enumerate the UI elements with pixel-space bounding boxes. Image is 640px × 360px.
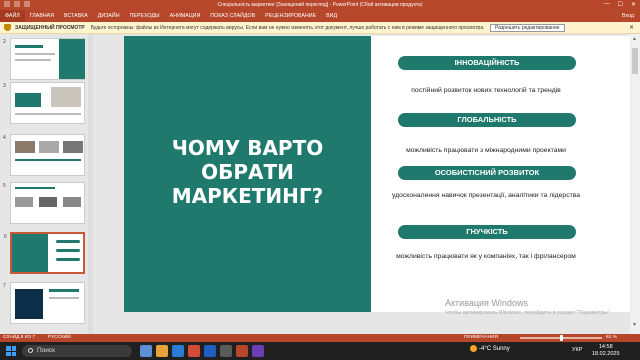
- tab-view[interactable]: ВИД: [321, 10, 342, 22]
- app-icon[interactable]: [252, 345, 264, 357]
- keyboard-language[interactable]: УКР: [572, 347, 582, 353]
- slide-thumbnail[interactable]: 3: [3, 82, 85, 124]
- protected-view-bar: ЗАЩИЩЕННЫЙ ПРОСМОТР Будьте осторожны: фа…: [0, 22, 640, 34]
- slide-counter: СЛАЙД 6 ИЗ 7: [3, 335, 36, 340]
- slide-number: 7: [3, 283, 6, 289]
- tab-review[interactable]: РЕЦЕНЗИРОВАНИЕ: [260, 10, 321, 22]
- slide-thumbnail[interactable]: 7: [3, 282, 85, 324]
- vertical-scrollbar[interactable]: ▲ ▼: [630, 34, 640, 334]
- notes-button[interactable]: ПРИМЕЧАНИЯ: [464, 335, 498, 340]
- slide-thumbnail[interactable]: 2: [3, 38, 85, 80]
- windows-taskbar: Поиск -4°C Sunny УКР 14:58 18.02.2025: [0, 342, 640, 360]
- minimize-button[interactable]: —: [604, 1, 610, 8]
- chrome-icon[interactable]: [188, 345, 200, 357]
- item-description: удосконалення навичок презентації, аналі…: [391, 192, 581, 199]
- ribbon-tabs: ФАЙЛ ГЛАВНАЯ ВСТАВКА ДИЗАЙН ПЕРЕХОДЫ АНИ…: [0, 10, 640, 22]
- thumbnails-scrollbar[interactable]: [88, 34, 93, 334]
- tab-home[interactable]: ГЛАВНАЯ: [25, 10, 59, 22]
- item-title-pill: ГЛОБАЛЬНІСТЬ: [398, 113, 576, 127]
- file-explorer-icon[interactable]: [156, 345, 168, 357]
- enable-editing-button[interactable]: Разрешить редактирование: [490, 24, 565, 32]
- tab-animations[interactable]: АНИМАЦИЯ: [165, 10, 206, 22]
- slide-number: 5: [3, 183, 6, 189]
- tab-slideshow[interactable]: ПОКАЗ СЛАЙДОВ: [205, 10, 260, 22]
- slide-canvas: ЧОМУ ВАРТО ОБРАТИ МАРКЕТИНГ? ІННОВАЦІЙНІ…: [124, 36, 630, 312]
- sign-in-link[interactable]: Вход: [622, 10, 634, 22]
- clock-date: 18.02.2025: [592, 351, 620, 357]
- windows-activation-title: Активация Windows: [445, 298, 528, 308]
- heading-line: МАРКЕТИНГ?: [171, 184, 324, 208]
- window-title: Спеціальність маркетинг [Захищений перег…: [217, 2, 423, 8]
- powerpoint-icon[interactable]: [236, 345, 248, 357]
- slide-number: 3: [3, 83, 6, 89]
- item-description: можливість працювати з міжнародними прое…: [406, 147, 566, 154]
- word-icon[interactable]: [204, 345, 216, 357]
- sun-icon: [470, 345, 477, 352]
- search-placeholder: Поиск: [37, 347, 56, 354]
- taskbar-clock[interactable]: 14:58 18.02.2025: [592, 344, 620, 358]
- search-icon: [28, 348, 33, 353]
- slide-thumbnail[interactable]: 4: [3, 134, 85, 176]
- item-description: постійний розвиток нових технологій та т…: [411, 87, 561, 94]
- status-bar: СЛАЙД 6 ИЗ 7 РУССКИЙ ПРИМЕЧАНИЯ 61 %: [0, 334, 640, 342]
- windows-start-icon[interactable]: [6, 346, 16, 356]
- protected-view-message: Будьте осторожны: файлы из Интернета мог…: [90, 24, 485, 31]
- slide-number: 4: [3, 135, 6, 141]
- window-controls: — ☐ ✕: [604, 1, 636, 8]
- slide-number: 6: [4, 234, 7, 240]
- edge-icon[interactable]: [172, 345, 184, 357]
- heading-line: ЧОМУ ВАРТО: [171, 136, 324, 160]
- slide-thumbnail[interactable]: 5: [3, 182, 85, 224]
- close-button[interactable]: ✕: [631, 1, 636, 8]
- language-indicator[interactable]: РУССКИЙ: [48, 335, 71, 340]
- app-icon[interactable]: [220, 345, 232, 357]
- slide-heading: ЧОМУ ВАРТО ОБРАТИ МАРКЕТИНГ?: [124, 136, 371, 208]
- item-title-pill: ГНУЧКІСТЬ: [398, 225, 576, 239]
- tab-file[interactable]: ФАЙЛ: [0, 10, 25, 22]
- task-view-icon[interactable]: [140, 345, 152, 357]
- weather-text: -4°C Sunny: [479, 346, 510, 353]
- maximize-button[interactable]: ☐: [618, 1, 623, 8]
- slide-thumbnail-selected[interactable]: 6: [4, 232, 85, 274]
- tab-transitions[interactable]: ПЕРЕХОДЫ: [125, 10, 165, 22]
- zoom-level[interactable]: 61 %: [606, 335, 617, 340]
- windows-activation-text: Чтобы активировать Windows, перейдите в …: [445, 310, 612, 316]
- slide-thumbnails-pane: 2 3 4 5 6 7: [0, 34, 94, 334]
- slide-number: 2: [3, 39, 6, 45]
- tab-insert[interactable]: ВСТАВКА: [59, 10, 93, 22]
- weather-widget[interactable]: -4°C Sunny: [470, 345, 510, 352]
- scrollbar-thumb[interactable]: [632, 48, 638, 74]
- item-title-pill: ОСОБИСТІСНИЙ РОЗВИТОК: [398, 166, 576, 180]
- item-description: можливість працювати як у компаніях, так…: [396, 253, 576, 260]
- taskbar-search[interactable]: Поиск: [22, 345, 132, 357]
- clock-time: 14:58: [598, 344, 613, 350]
- close-icon[interactable]: ✕: [629, 24, 634, 31]
- item-title-pill: ІННОВАЦІЙНІСТЬ: [398, 56, 576, 70]
- title-bar: Спеціальність маркетинг [Захищений перег…: [0, 0, 640, 10]
- taskbar-apps: [140, 345, 264, 357]
- shield-icon: [4, 24, 11, 31]
- scroll-up-icon[interactable]: ▲: [632, 36, 637, 42]
- protected-view-label: ЗАЩИЩЕННЫЙ ПРОСМОТР: [15, 24, 85, 31]
- tab-design[interactable]: ДИЗАЙН: [93, 10, 125, 22]
- zoom-slider-handle[interactable]: [560, 335, 563, 341]
- scroll-down-icon[interactable]: ▼: [632, 322, 637, 328]
- heading-line: ОБРАТИ: [201, 160, 294, 184]
